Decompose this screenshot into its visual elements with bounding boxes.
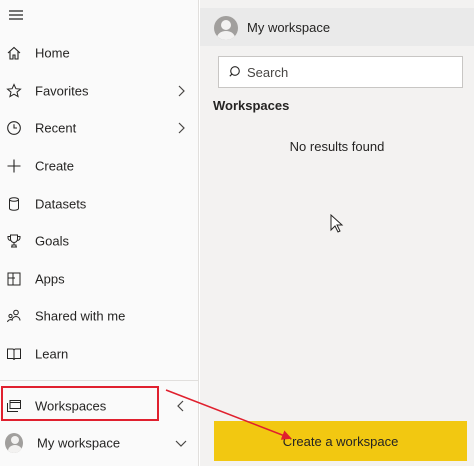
create-workspace-button[interactable]: Create a workspace: [214, 421, 467, 461]
chevron-right-icon[interactable]: [175, 85, 187, 97]
trophy-icon: [5, 232, 23, 250]
chevron-right-icon[interactable]: [175, 122, 187, 134]
nav-item-label: Learn: [35, 346, 69, 362]
no-results-message: No results found: [289, 139, 385, 154]
nav-item-label: Apps: [35, 271, 65, 287]
mouse-cursor-icon: [330, 213, 344, 234]
star-icon: [5, 82, 23, 100]
book-icon: [5, 345, 23, 363]
nav-item-label: My workspace: [37, 435, 121, 451]
nav-item-label: Recent: [35, 120, 77, 136]
database-icon: [5, 195, 23, 213]
user-avatar-icon: [5, 433, 23, 453]
workspace-flyout: My workspace Workspaces No results found…: [200, 0, 474, 466]
chevron-down-icon[interactable]: [175, 437, 187, 449]
plus-icon: [5, 157, 23, 175]
nav-item-label: Favorites: [35, 83, 89, 99]
home-icon: [5, 44, 23, 62]
apps-icon: [5, 270, 23, 288]
flyout-title: My workspace: [247, 20, 331, 35]
nav-item-label: Shared with me: [35, 308, 126, 324]
search-input[interactable]: [247, 59, 457, 85]
avatar: [5, 433, 23, 453]
shared-icon: [5, 307, 23, 325]
nav-item-shared-with-me[interactable]: Shared with me: [0, 298, 199, 334]
workspace-search[interactable]: [218, 56, 463, 88]
hamburger-menu-icon[interactable]: [8, 8, 24, 22]
nav-divider: [0, 380, 199, 381]
flyout-header: My workspace: [200, 8, 474, 46]
user-avatar-icon: [214, 16, 238, 40]
chevron-left-icon[interactable]: [175, 400, 187, 412]
nav-item-label: Goals: [35, 233, 69, 249]
nav-item-label: Home: [35, 45, 70, 61]
nav-item-datasets[interactable]: Datasets: [0, 186, 199, 222]
nav-item-label: Datasets: [35, 196, 87, 212]
nav-item-recent[interactable]: Recent: [0, 110, 199, 146]
nav-item-create[interactable]: Create: [0, 148, 199, 184]
annotation-highlight-box: [1, 386, 159, 421]
nav-item-favorites[interactable]: Favorites: [0, 73, 199, 109]
nav-item-learn[interactable]: Learn: [0, 336, 199, 372]
workspaces-section-label: Workspaces: [213, 98, 290, 113]
clock-icon: [5, 119, 23, 137]
nav-item-home[interactable]: Home: [0, 35, 199, 71]
nav-item-my-workspace[interactable]: My workspace: [0, 425, 199, 461]
nav-item-label: Create: [35, 158, 75, 174]
search-icon: [229, 65, 243, 79]
nav-item-goals[interactable]: Goals: [0, 223, 199, 259]
nav-item-apps[interactable]: Apps: [0, 261, 199, 297]
